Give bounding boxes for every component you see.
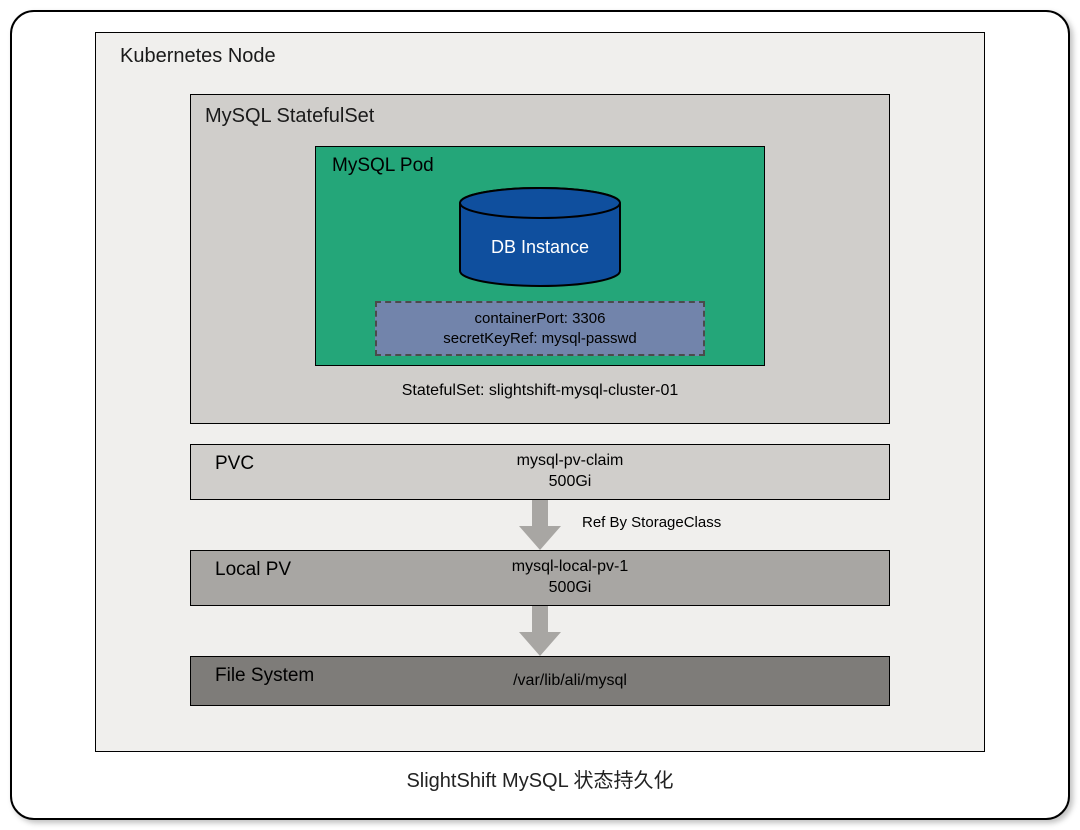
- pvc-bar: PVC mysql-pv-claim 500Gi: [190, 444, 890, 500]
- diagram-caption: SlightShift MySQL 状态持久化: [42, 764, 1038, 793]
- diagram-frame: Kubernetes Node MySQL StatefulSet MySQL …: [10, 10, 1070, 820]
- mysql-pod-box: MySQL Pod DB Instance containerPort: 330…: [315, 146, 765, 366]
- pvc-name: mysql-pv-claim: [251, 451, 889, 472]
- ref-by-storageclass-label: Ref By StorageClass: [582, 514, 721, 531]
- local-pv-bar: Local PV mysql-local-pv-1 500Gi: [190, 550, 890, 606]
- localpv-to-fs-gap: [190, 606, 890, 656]
- filesystem-bar: File System /var/lib/ali/mysql: [190, 656, 890, 706]
- statefulset-box: MySQL StatefulSet MySQL Pod DB Instance …: [190, 94, 890, 424]
- arrow-down-icon: [517, 500, 563, 550]
- pod-label: MySQL Pod: [326, 153, 754, 177]
- kubernetes-node-box: Kubernetes Node MySQL StatefulSet MySQL …: [95, 32, 985, 752]
- node-label: Kubernetes Node: [116, 41, 964, 72]
- statefulset-label: MySQL StatefulSet: [201, 101, 879, 132]
- config-secret-ref: secretKeyRef: mysql-passwd: [385, 329, 695, 349]
- statefulset-caption: StatefulSet: slightshift-mysql-cluster-0…: [201, 382, 879, 400]
- filesystem-path: /var/lib/ali/mysql: [251, 671, 889, 692]
- pvc-to-localpv-gap: Ref By StorageClass: [190, 500, 890, 550]
- arrow-down-icon: [517, 606, 563, 656]
- local-pv-name: mysql-local-pv-1: [251, 557, 889, 578]
- db-instance-cylinder: DB Instance: [450, 187, 630, 287]
- pod-config-box: containerPort: 3306 secretKeyRef: mysql-…: [375, 301, 705, 356]
- local-pv-size: 500Gi: [251, 578, 889, 599]
- config-container-port: containerPort: 3306: [385, 309, 695, 329]
- db-instance-label: DB Instance: [450, 237, 630, 258]
- pvc-size: 500Gi: [251, 472, 889, 493]
